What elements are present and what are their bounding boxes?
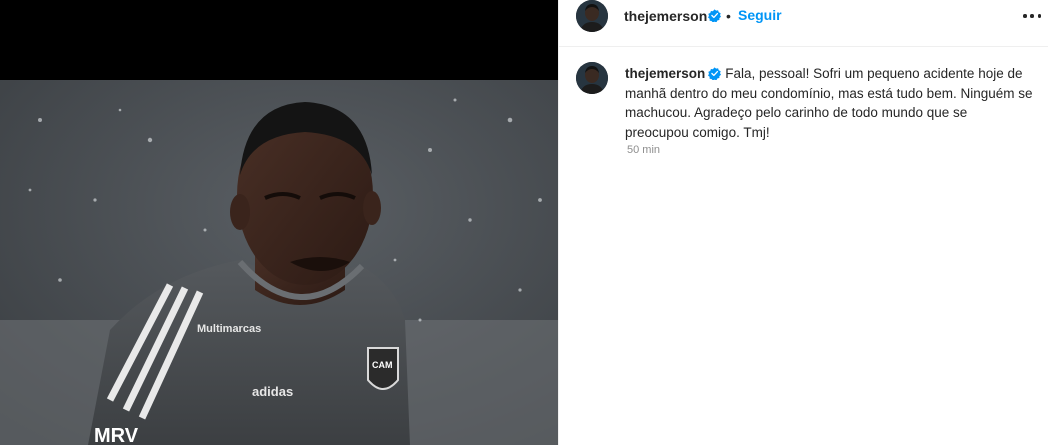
more-dot xyxy=(1023,14,1027,18)
more-options-icon[interactable] xyxy=(1023,8,1041,24)
post-header: thejemerson • Seguir xyxy=(559,0,1048,47)
avatar-image xyxy=(576,62,608,94)
post-photo[interactable]: Multimarcas adidas CAM MRV xyxy=(0,80,558,445)
more-dot xyxy=(1030,14,1034,18)
author-avatar[interactable] xyxy=(576,0,608,32)
verified-badge-icon xyxy=(708,9,721,22)
shirt-crest: CAM xyxy=(372,360,393,370)
caption-author-avatar[interactable] xyxy=(576,62,608,94)
more-dot xyxy=(1037,14,1041,18)
caption-text-block: thejemerson Fala, pessoal! Sofri um pequ… xyxy=(625,64,1033,142)
post-media[interactable]: Multimarcas adidas CAM MRV xyxy=(0,0,558,445)
follow-button[interactable]: Seguir xyxy=(738,7,782,23)
shirt-sponsor-bottom: MRV xyxy=(94,425,139,445)
shirt-brand: adidas xyxy=(252,384,293,399)
player-photo: Multimarcas adidas CAM MRV xyxy=(0,80,558,445)
post-timestamp[interactable]: 50 min xyxy=(627,144,660,157)
post-sidebar: thejemerson • Seguir thejemerson Fala, p… xyxy=(558,0,1048,445)
caption-username[interactable]: thejemerson xyxy=(625,66,705,81)
verified-badge-icon xyxy=(708,67,722,80)
shirt-sponsor-top: Multimarcas xyxy=(197,323,261,335)
author-username[interactable]: thejemerson xyxy=(624,8,707,24)
avatar-image xyxy=(576,0,608,32)
separator-dot: • xyxy=(726,8,731,24)
